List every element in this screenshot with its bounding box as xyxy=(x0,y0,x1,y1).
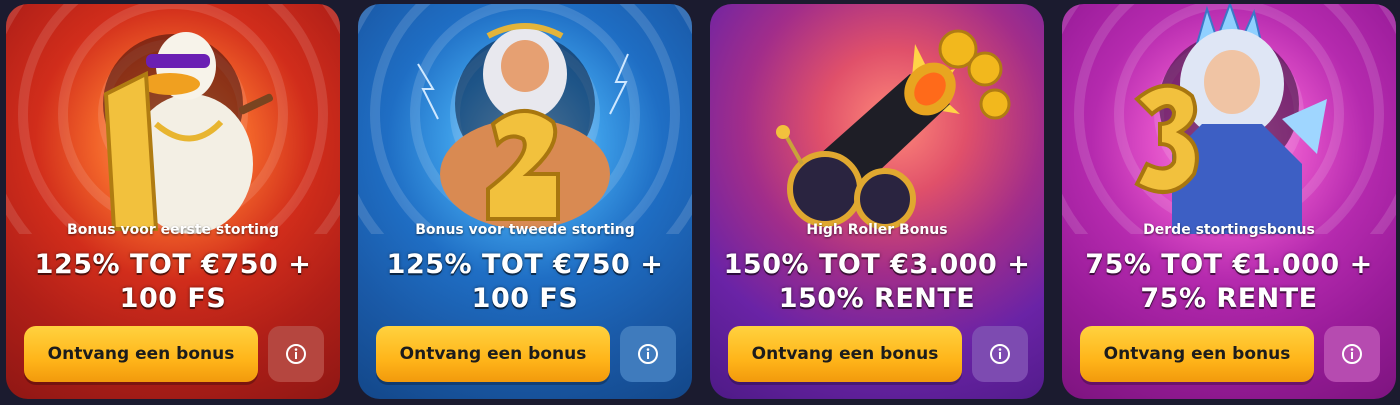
info-icon xyxy=(638,344,658,364)
info-button[interactable] xyxy=(620,326,676,382)
info-icon xyxy=(1342,344,1362,364)
bonus-headline: 75% TOT €1.000 + 75% RENTE xyxy=(1085,249,1373,314)
bonus-subtitle: Derde stortingsbonus xyxy=(1143,222,1315,238)
bonus-headline: 150% TOT €3.000 + 150% RENTE xyxy=(723,249,1031,314)
bonus-card-high-roller: High Roller Bonus 150% TOT €3.000 + 150%… xyxy=(710,4,1044,399)
bonus-subtitle: High Roller Bonus xyxy=(806,222,948,238)
info-icon xyxy=(990,344,1010,364)
claim-bonus-button[interactable]: Ontvang een bonus xyxy=(376,326,610,382)
bonus-headline: 125% TOT €750 + 100 FS xyxy=(34,249,312,314)
bonus-headline: 125% TOT €750 + 100 FS xyxy=(386,249,664,314)
info-button[interactable] xyxy=(268,326,324,382)
info-icon xyxy=(286,344,306,364)
duck-illustration xyxy=(6,4,340,234)
info-button[interactable] xyxy=(972,326,1028,382)
claim-bonus-button[interactable]: Ontvang een bonus xyxy=(24,326,258,382)
bonus-cards-row: Bonus voor eerste storting 125% TOT €750… xyxy=(0,0,1400,405)
claim-bonus-button[interactable]: Ontvang een bonus xyxy=(728,326,962,382)
bonus-card-second-deposit: Bonus voor tweede storting 125% TOT €750… xyxy=(358,4,692,399)
bonus-subtitle: Bonus voor tweede storting xyxy=(415,222,635,238)
claim-bonus-button[interactable]: Ontvang een bonus xyxy=(1080,326,1314,382)
bonus-card-first-deposit: Bonus voor eerste storting 125% TOT €750… xyxy=(6,4,340,399)
bonus-card-third-deposit: Derde stortingsbonus 75% TOT €1.000 + 75… xyxy=(1062,4,1396,399)
ice-queen-illustration xyxy=(1062,4,1396,234)
zeus-illustration xyxy=(358,4,692,234)
cannon-illustration xyxy=(776,29,1011,230)
info-button[interactable] xyxy=(1324,326,1380,382)
bonus-subtitle: Bonus voor eerste storting xyxy=(67,222,279,238)
